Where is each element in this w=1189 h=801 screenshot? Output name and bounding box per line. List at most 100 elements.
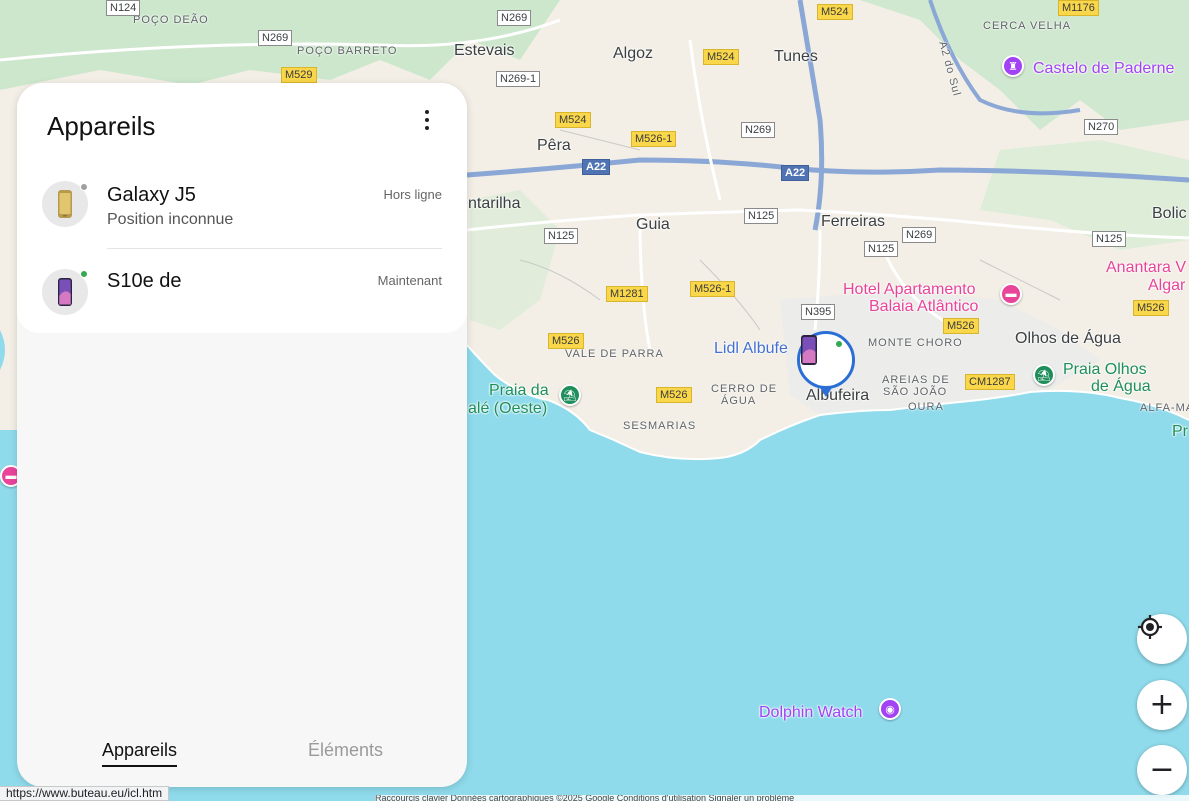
road-shield: A22 (582, 159, 611, 175)
tab-devices[interactable]: Appareils (102, 740, 178, 767)
place-label: SÃO JOÃO (883, 386, 948, 398)
device-name: S10e de (107, 270, 182, 292)
tab-label: Appareils (102, 740, 178, 760)
poi-label[interactable]: Praia Olhos (1063, 361, 1147, 379)
road-shield: M524 (703, 49, 739, 65)
poi-label[interactable]: Pr (1172, 423, 1188, 441)
my-location-icon (1138, 615, 1162, 639)
road-shield: N124 (106, 0, 141, 16)
online-status-dot (80, 270, 88, 278)
poi-label[interactable]: alé (Oeste) (468, 400, 547, 418)
road-shield: M524 (817, 4, 853, 20)
poi-label[interactable]: Hotel Apartamento (843, 281, 976, 299)
place-label: Pêra (537, 137, 571, 154)
device-list: Galaxy J5 Position inconnue Hors ligne S… (17, 163, 467, 333)
my-location-button[interactable] (1137, 614, 1187, 664)
hotel-icon[interactable]: ▬ (1000, 283, 1022, 305)
poi-label[interactable]: Anantara V (1106, 259, 1186, 277)
poi-label[interactable]: Castelo de Paderne (1033, 60, 1174, 78)
beach-icon[interactable]: ⛱ (1033, 364, 1055, 386)
road-shield: N125 (1092, 231, 1127, 247)
place-label: SESMARIAS (623, 420, 697, 432)
place-label: Ferreiras (821, 213, 886, 230)
panel-title: Appareils (47, 111, 156, 141)
place-label: Olhos de Água (1015, 330, 1121, 347)
place-label: CERCA VELHA (983, 20, 1072, 32)
more-vertical-icon (425, 118, 429, 122)
redaction (105, 300, 445, 322)
device-last-seen: Hors ligne (383, 187, 442, 202)
poi-label[interactable]: Dolphin Watch (759, 704, 862, 722)
beach-icon[interactable]: ⛱ (559, 384, 581, 406)
road-shield: CM1287 (965, 374, 1015, 390)
place-label: Guia (636, 216, 670, 233)
phone-gold-icon (58, 190, 72, 218)
place-label: ntarilha (468, 195, 521, 212)
road-shield: N269 (497, 10, 532, 26)
place-label: ALFA-MA (1140, 402, 1189, 414)
panel-header: Appareils (17, 83, 467, 163)
marker-bubble (797, 331, 855, 389)
offline-status-dot (80, 183, 88, 191)
tab-items[interactable]: Éléments (308, 740, 383, 761)
devices-panel: Appareils Galaxy J5 Position inconnue Ho… (17, 83, 467, 787)
place-label: AREIAS DE (882, 374, 950, 386)
castle-icon[interactable]: ♜ (1002, 55, 1024, 77)
road-shield: M1176 (1058, 0, 1099, 16)
status-bar-url: https://www.buteau.eu/icl.htm (0, 786, 170, 801)
tab-label: Éléments (308, 740, 384, 760)
road-shield: M1281 (606, 286, 648, 302)
place-label: POÇO DEÃO (133, 14, 209, 26)
device-name: Galaxy J5 (107, 184, 196, 206)
road-shield: N269-1 (496, 71, 541, 87)
poi-label[interactable]: Lidl Albufe (714, 340, 788, 358)
poi-label[interactable]: de Água (1091, 378, 1151, 396)
more-options-button[interactable] (415, 105, 439, 135)
online-status-dot (835, 340, 843, 348)
road-shield: N269 (741, 122, 776, 138)
redaction (187, 268, 297, 294)
place-label: POÇO BARRETO (297, 45, 398, 57)
camera-icon[interactable]: ◉ (879, 698, 901, 720)
place-label: Tunes (774, 48, 818, 65)
device-location-marker[interactable] (797, 331, 855, 399)
panel-tabs: Appareils Éléments (17, 733, 467, 773)
road-shield: N125 (864, 241, 899, 257)
map-attribution[interactable]: Raccourcis clavier Données cartographiqu… (375, 795, 1189, 801)
place-label: OURA (908, 401, 944, 413)
road-shield: N270 (1084, 119, 1119, 135)
road-shield: M524 (555, 112, 591, 128)
road-shield: M526 (1133, 300, 1169, 316)
zoom-out-button[interactable]: − (1137, 745, 1187, 795)
phone-purple-icon (58, 278, 72, 306)
road-shield: M526 (943, 318, 979, 334)
zoom-in-button[interactable]: + (1137, 680, 1187, 730)
device-item-s10e[interactable]: S10e de Maintenant (17, 248, 467, 333)
road-shield: M529 (281, 67, 317, 83)
road-shield: A22 (781, 165, 810, 181)
road-shield: N125 (544, 228, 579, 244)
road-shield: N395 (801, 304, 836, 320)
active-tab-indicator (102, 765, 178, 767)
more-vertical-icon (425, 110, 429, 114)
place-label: Bolic (1152, 205, 1187, 222)
road-shield: N125 (744, 208, 779, 224)
road-shield: M526-1 (631, 131, 677, 147)
place-label: Estevais (454, 42, 515, 59)
phone-purple-icon (801, 335, 817, 365)
device-item-galaxy-j5[interactable]: Galaxy J5 Position inconnue Hors ligne (17, 163, 467, 249)
poi-label[interactable]: Praia da (489, 382, 549, 400)
road-shield: M526 (656, 387, 692, 403)
road-shield: M526-1 (690, 281, 736, 297)
poi-label[interactable]: Algar (1148, 277, 1185, 295)
poi-label[interactable]: Balaia Atlântico (869, 298, 978, 316)
place-label: VALE DE PARRA (565, 348, 664, 360)
road-shield: N269 (258, 30, 293, 46)
minus-icon: − (1149, 752, 1175, 787)
more-vertical-icon (425, 126, 429, 130)
road-shield: N269 (902, 227, 937, 243)
device-last-seen: Maintenant (377, 273, 442, 288)
place-label: Algoz (613, 45, 654, 62)
plus-icon: + (1149, 687, 1175, 722)
place-label: ÁGUA (721, 395, 757, 407)
